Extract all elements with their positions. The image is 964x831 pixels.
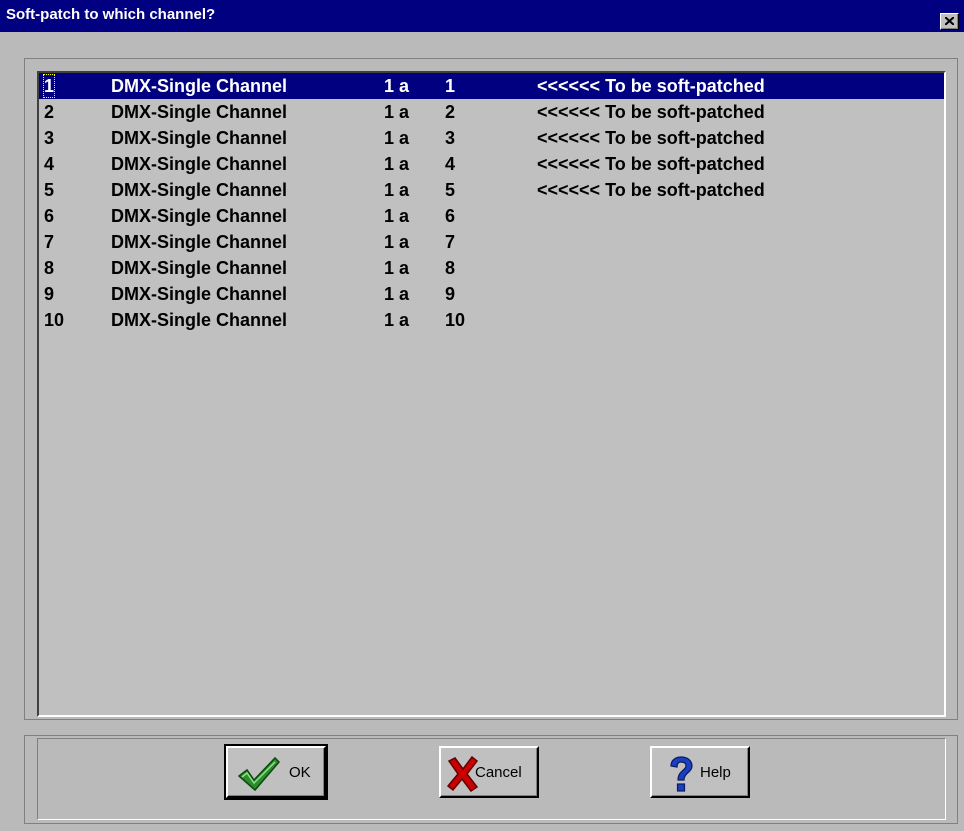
row-type: DMX-Single Channel — [111, 180, 288, 200]
row-channel: 9 — [445, 284, 456, 304]
ok-button[interactable]: OK — [224, 744, 328, 800]
list-item[interactable]: 9 DMX-Single Channel 1 a 9 — [39, 281, 944, 307]
row-number: 10 — [44, 310, 65, 330]
row-channel: 7 — [445, 232, 456, 252]
list-item[interactable]: 10 DMX-Single Channel 1 a 10 — [39, 307, 944, 333]
list-item[interactable]: 5 DMX-Single Channel 1 a 5 <<<<<< To be soft… — [39, 177, 944, 203]
row-universe: 1 a — [384, 76, 410, 96]
row-number: 4 — [44, 154, 55, 174]
list-item[interactable]: 4 DMX-Single Channel 1 a 4 <<<<<< To be soft… — [39, 151, 944, 177]
title-bar[interactable]: Soft-patch to which channel? — [0, 0, 964, 32]
row-number: 1 — [42, 74, 56, 98]
window-title: Soft-patch to which channel? — [6, 6, 216, 23]
list-item[interactable]: 7 DMX-Single Channel 1 a 7 — [39, 229, 944, 255]
row-universe: 1 a — [384, 102, 410, 122]
row-note: <<<<<< To be soft-patched — [537, 76, 765, 96]
row-channel: 4 — [445, 154, 456, 174]
row-universe: 1 a — [384, 284, 410, 304]
list-item[interactable]: 8 DMX-Single Channel 1 a 8 — [39, 255, 944, 281]
row-number: 2 — [44, 102, 55, 122]
checkmark-icon — [237, 756, 281, 792]
question-mark-icon — [670, 756, 693, 792]
cancel-button[interactable]: Cancel — [439, 746, 539, 798]
row-note: <<<<<< To be soft-patched — [537, 154, 765, 174]
row-note: <<<<<< To be soft-patched — [537, 180, 765, 200]
channel-listbox[interactable]: 1 DMX-Single Channel 1 a 1 <<<<<< To be soft… — [37, 71, 946, 717]
row-universe: 1 a — [384, 232, 410, 252]
row-universe: 1 a — [384, 258, 410, 278]
help-button-label: Help — [700, 764, 731, 781]
row-number: 5 — [44, 180, 55, 200]
row-universe: 1 a — [384, 310, 410, 330]
row-type: DMX-Single Channel — [111, 128, 288, 148]
cancel-button-label: Cancel — [475, 764, 522, 781]
close-icon — [945, 17, 954, 25]
row-channel: 3 — [445, 128, 456, 148]
row-channel: 2 — [445, 102, 456, 122]
list-item[interactable]: 6 DMX-Single Channel 1 a 6 — [39, 203, 944, 229]
row-universe: 1 a — [384, 128, 410, 148]
list-item[interactable]: 3 DMX-Single Channel 1 a 3 <<<<<< To be soft… — [39, 125, 944, 151]
row-channel: 8 — [445, 258, 456, 278]
row-type: DMX-Single Channel — [111, 232, 288, 252]
row-channel: 10 — [445, 310, 466, 330]
row-number: 7 — [44, 232, 55, 252]
list-item[interactable]: 2 DMX-Single Channel 1 a 2 <<<<<< To be soft… — [39, 99, 944, 125]
row-channel: 5 — [445, 180, 456, 200]
row-number: 6 — [44, 206, 55, 226]
row-number: 3 — [44, 128, 55, 148]
row-universe: 1 a — [384, 206, 410, 226]
row-note: <<<<<< To be soft-patched — [537, 102, 765, 122]
help-button[interactable]: Help — [650, 746, 750, 798]
row-type: DMX-Single Channel — [111, 310, 288, 330]
row-type: DMX-Single Channel — [111, 154, 288, 174]
row-type: DMX-Single Channel — [111, 284, 288, 304]
row-type: DMX-Single Channel — [111, 76, 288, 96]
row-channel: 1 — [445, 76, 456, 96]
row-note: <<<<<< To be soft-patched — [537, 128, 765, 148]
close-button[interactable] — [940, 13, 959, 30]
row-type: DMX-Single Channel — [111, 102, 288, 122]
row-number: 8 — [44, 258, 55, 278]
dialog-window: Soft-patch to which channel? 1 DMX-Single… — [0, 0, 964, 831]
row-type: DMX-Single Channel — [111, 206, 288, 226]
row-number: 9 — [44, 284, 55, 304]
row-universe: 1 a — [384, 180, 410, 200]
row-type: DMX-Single Channel — [111, 258, 288, 278]
row-channel: 6 — [445, 206, 456, 226]
list-item[interactable]: 1 DMX-Single Channel 1 a 1 <<<<<< To be soft… — [39, 73, 944, 99]
ok-button-label: OK — [289, 764, 311, 781]
row-universe: 1 a — [384, 154, 410, 174]
